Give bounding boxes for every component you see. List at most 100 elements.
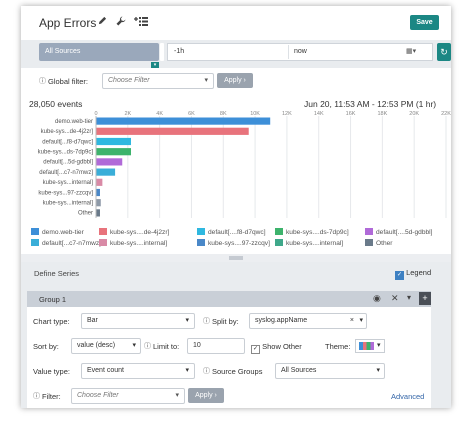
to-input[interactable]: now — [294, 44, 307, 60]
add-list-icon[interactable] — [134, 16, 148, 29]
limit-value: 10 — [193, 342, 201, 349]
legend-swatch — [99, 228, 107, 235]
x-tick-label: 2K — [124, 111, 131, 117]
legend-swatch — [275, 239, 283, 246]
bar[interactable] — [96, 137, 131, 146]
chart-type-select[interactable]: Bar ▾ — [81, 313, 195, 329]
legend-item[interactable]: default[....f8-d7qwc] — [197, 228, 266, 236]
legend-item[interactable]: kube-sys....ds-7dp9c] — [275, 228, 349, 236]
bar[interactable] — [96, 168, 116, 176]
legend-item[interactable]: kube-sys....internal] — [99, 239, 167, 247]
chart-type-label: Chart type: — [33, 317, 70, 326]
x-tick-label: 6K — [188, 111, 195, 117]
category-label: Other — [78, 211, 93, 217]
chevron-down-icon: ▾ — [175, 392, 179, 399]
sort-by-select[interactable]: value (desc) ▾ — [71, 338, 141, 354]
limit-input[interactable]: 10 — [187, 338, 245, 354]
resize-handle[interactable] — [229, 256, 243, 260]
x-tick-label: 18K — [377, 111, 387, 117]
apply-filter-button[interactable]: Apply › — [217, 73, 253, 88]
bar[interactable] — [96, 158, 123, 166]
bar[interactable] — [96, 209, 100, 217]
theme-select[interactable]: ▾ — [355, 339, 385, 353]
bar[interactable] — [96, 148, 131, 156]
clear-icon[interactable]: × — [350, 314, 354, 328]
chart-type-value: Bar — [87, 317, 98, 324]
sort-by-value: value (desc) — [77, 342, 116, 349]
x-tick-label: 10K — [250, 111, 260, 117]
category-label: kube-sys...internal] — [43, 180, 94, 186]
legend-item[interactable]: kube-sys....de-4j2zr] — [99, 228, 169, 236]
sort-by-label: Sort by: — [33, 342, 59, 351]
apply-label: Apply — [224, 77, 242, 84]
plus-icon[interactable]: + — [419, 292, 431, 305]
refresh-icon[interactable]: ↻ — [437, 43, 451, 61]
legend-swatch — [31, 239, 39, 246]
legend-item[interactable]: default[...c7-n7mwz] — [31, 239, 101, 247]
chevron-down-icon: ▾ — [359, 317, 363, 324]
x-tick-label: 16K — [346, 111, 356, 117]
eye-icon[interactable]: ◉ — [373, 293, 381, 304]
legend-item[interactable]: kube-sys....97-zzcqv] — [197, 239, 270, 247]
category-label: default[...f8-d7qwc] — [42, 139, 93, 145]
chevron-down-icon: ▾ — [132, 342, 136, 349]
source-groups-select[interactable]: All Sources ▾ — [275, 363, 385, 379]
legend-toggle[interactable]: ✓ Legend — [395, 268, 431, 280]
group-header: Group 1 ◉ ✕ ▾ + — [27, 291, 431, 307]
from-input[interactable]: -1h — [174, 44, 184, 60]
global-filter-bar: ⓘ Global filter: Choose Filter ▾ Apply › — [21, 68, 451, 95]
group-name: Group 1 — [39, 295, 67, 304]
bar[interactable] — [96, 178, 103, 186]
bar[interactable] — [96, 117, 271, 125]
legend-checkbox-label: Legend — [406, 268, 432, 277]
show-other-toggle[interactable]: ✓ Show Other — [251, 342, 302, 354]
chart-legend: demo.web-tier kube-sys....de-4j2zr] defaul… — [21, 228, 451, 254]
series-filter-placeholder: Choose Filter — [77, 392, 119, 399]
legend-item[interactable]: kube-sys....internal] — [275, 239, 343, 247]
global-filter-select[interactable]: Choose Filter ▾ — [102, 73, 214, 89]
sources-toggle[interactable] — [160, 43, 164, 61]
legend-label: kube-sys....internal] — [110, 240, 168, 247]
global-filter-placeholder: Choose Filter — [108, 77, 150, 84]
x-tick-label: 8K — [220, 111, 227, 117]
category-label: kube-sys...97-zzcqv] — [38, 190, 93, 196]
close-icon[interactable]: ✕ — [391, 293, 399, 304]
series-filter-select[interactable]: Choose Filter ▾ — [71, 388, 185, 404]
info-icon: ⓘ — [33, 393, 40, 400]
advanced-link[interactable]: Advanced — [391, 392, 424, 401]
info-icon: ⓘ — [39, 78, 46, 85]
show-other-checkbox[interactable]: ✓ — [251, 345, 260, 354]
chevron-down-icon: ▾ — [185, 317, 189, 324]
legend-item[interactable]: default[....5d-gdbbl] — [365, 228, 432, 236]
caret-down-icon[interactable]: ▾ — [407, 293, 411, 302]
chevron-down-icon: ▾ — [204, 77, 208, 84]
info-icon: ⓘ — [144, 343, 151, 350]
source-groups-label: Source Groups — [212, 367, 263, 376]
legend-item[interactable]: demo.web-tier — [31, 228, 84, 236]
save-button[interactable]: Save — [410, 15, 439, 30]
bar[interactable] — [96, 199, 101, 207]
legend-item[interactable]: Other — [365, 239, 393, 247]
legend-swatch — [275, 228, 283, 235]
x-tick-label: 20K — [409, 111, 419, 117]
split-by-select[interactable]: syslog.appName × ▾ — [249, 313, 367, 329]
bar[interactable] — [96, 127, 249, 135]
calendar-icon[interactable]: ▦▾ — [406, 44, 416, 60]
legend-label: demo.web-tier — [42, 229, 84, 236]
pencil-icon[interactable] — [98, 16, 107, 28]
page-title: App Errors — [39, 16, 97, 30]
value-type-select[interactable]: Event count ▾ — [81, 363, 195, 379]
theme-swatch — [359, 342, 374, 350]
bar-chart: 0 2K 4K 6K 8K 10K 12K 14K 16K 18K 20K 22Kdemo.web-t… — [38, 111, 451, 218]
sources-select[interactable]: All Sources — [39, 43, 159, 61]
x-tick-label: 14K — [314, 111, 324, 117]
legend-label: kube-sys....ds-7dp9c] — [286, 229, 349, 236]
define-series-panel: Define Series ✓ Legend Group 1 ◉ ✕ ▾ + C… — [21, 262, 451, 408]
wrench-icon[interactable] — [116, 16, 126, 29]
header: App Errors Save — [21, 6, 451, 40]
time-range: -1h now ▦▾ — [167, 43, 433, 61]
x-tick-label: 12K — [282, 111, 292, 117]
legend-checkbox[interactable]: ✓ — [395, 271, 404, 280]
bar[interactable] — [96, 188, 100, 197]
series-apply-button[interactable]: Apply › — [188, 388, 224, 403]
